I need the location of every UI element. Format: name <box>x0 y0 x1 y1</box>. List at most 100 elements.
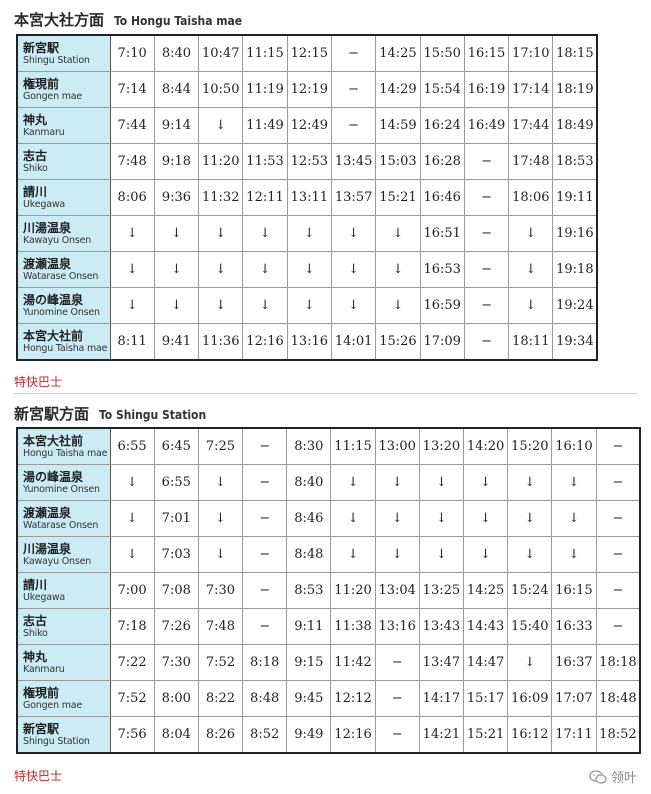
departure-time-cell: 7:25 <box>197 427 244 465</box>
departure-time-cell: ↓ <box>551 536 597 573</box>
departure-time-cell: ↓ <box>242 251 288 288</box>
departure-time-cell: 16:28 <box>419 143 465 180</box>
departure-time-cell: 17:14 <box>508 71 554 108</box>
departure-time-cell: ↓ <box>286 215 332 252</box>
departure-time-cell: 14:25 <box>462 572 509 609</box>
departure-time-cell: − <box>242 464 288 501</box>
timetable-to-shingu: 本宮大社前 Hongu Taisha mae 6:55 6:45 7:25−8:30 11… <box>16 427 642 754</box>
departure-time-cell: ↓ <box>374 464 420 501</box>
stop-name-cell: 神丸 Kanmaru <box>16 644 111 681</box>
departure-time-cell: 7:26 <box>153 608 199 645</box>
departure-time-cell: 7:18 <box>109 608 155 645</box>
departure-time-cell: 13:47 <box>418 644 465 681</box>
stop-name-cell: 請川 Ukegawa <box>16 572 111 609</box>
departure-time-cell: − <box>374 680 420 717</box>
departure-time-cell: 9:36 <box>153 179 200 216</box>
departure-time-cell: − <box>374 644 420 681</box>
departure-time-cell: 7:56 <box>109 716 155 754</box>
departure-time-cell: 13:00 <box>374 427 420 465</box>
departure-time-cell: ↓ <box>507 464 553 501</box>
stop-name-cell: 湯の峰温泉 Yunomine Onsen <box>16 287 111 324</box>
stop-name-en: Yunomine Onsen <box>23 306 100 318</box>
stop-name-en: Kanmaru <box>23 663 65 675</box>
departure-time-cell: ↓ <box>508 287 554 324</box>
departure-time-cell: 11:38 <box>330 608 376 645</box>
stop-name-jp: 新宮駅 <box>23 40 60 55</box>
departure-time-cell: 15:50 <box>419 34 465 72</box>
departure-time-cell: 15:17 <box>462 680 509 717</box>
table-row: 川湯温泉 Kawayu Onsen ↓ ↓ ↓ ↓ ↓ ↓ ↓ 16:51− ↓ 19:16 <box>16 215 598 252</box>
departure-time-cell: 10:50 <box>198 71 244 108</box>
departure-time-cell: − <box>242 427 288 465</box>
departure-time-cell: 14:21 <box>418 716 465 754</box>
departure-time-cell: 9:14 <box>153 107 200 144</box>
departure-time-cell: 6:55 <box>109 427 155 465</box>
stop-name-cell: 渡瀬温泉 Watarase Onsen <box>16 251 111 288</box>
stop-name-en: Kawayu Onsen <box>23 234 92 246</box>
departure-time-cell: 7:30 <box>197 572 244 609</box>
departure-time-cell: 13:04 <box>374 572 420 609</box>
stop-name-en: Gongen mae <box>23 90 83 102</box>
departure-time-cell: 17:07 <box>551 680 597 717</box>
departure-time-cell: 19:34 <box>552 323 598 361</box>
departure-time-cell: − <box>374 716 420 754</box>
departure-time-cell: 7:22 <box>109 644 155 681</box>
departure-time-cell: 9:11 <box>286 608 332 645</box>
departure-time-cell: 17:44 <box>508 107 554 144</box>
departure-time-cell: ↓ <box>330 215 377 252</box>
stop-name-cell: 本宮大社前 Hongu Taisha mae <box>16 323 111 361</box>
departure-time-cell: ↓ <box>153 215 200 252</box>
departure-time-cell: 8:48 <box>286 536 332 573</box>
departure-time-cell: 10:47 <box>198 34 244 72</box>
departure-time-cell: 16:12 <box>507 716 553 754</box>
departure-time-cell: − <box>330 34 377 72</box>
departure-time-cell: ↓ <box>462 500 509 537</box>
stop-name-cell: 新宮駅 Shingu Station <box>16 716 111 754</box>
departure-time-cell: 12:11 <box>242 179 288 216</box>
table-row: 権現前 Gongen mae 7:52 8:00 8:22 8:48 9:45 12:12−1… <box>16 680 641 717</box>
departure-time-cell: 19:18 <box>552 251 598 288</box>
table-row: 志古 Shiko 7:18 7:26 7:48−9:11 11:38 13:16 13:43 1… <box>16 608 641 645</box>
departure-time-cell: 19:11 <box>552 179 598 216</box>
section1-title: 本宮大社方面 To Hongu Taisha mae <box>14 9 242 29</box>
stop-name-jp: 渡瀬温泉 <box>23 256 72 271</box>
stop-name-cell: 志古 Shiko <box>16 608 111 645</box>
departure-time-cell: 7:14 <box>109 71 155 108</box>
departure-time-cell: 12:15 <box>286 34 332 72</box>
departure-time-cell: 8:30 <box>286 427 332 465</box>
departure-time-cell: ↓ <box>197 464 244 501</box>
departure-time-cell: 8:52 <box>242 716 288 754</box>
stop-name-en: Hongu Taisha mae <box>23 342 108 354</box>
departure-time-cell: 12:12 <box>330 680 376 717</box>
departure-time-cell: 18:49 <box>552 107 598 144</box>
departure-time-cell: 18:15 <box>552 34 598 72</box>
departure-time-cell: − <box>595 427 641 465</box>
departure-time-cell: − <box>463 215 510 252</box>
departure-time-cell: 14:01 <box>330 323 377 361</box>
departure-time-cell: 14:17 <box>418 680 465 717</box>
departure-time-cell: 8:53 <box>286 572 332 609</box>
table-row: 神丸 Kanmaru 7:44 9:14 ↓ 11:49 12:49−14:59 16:24 1… <box>16 107 598 144</box>
departure-time-cell: 12:16 <box>242 323 288 361</box>
departure-time-cell: 12:53 <box>286 143 332 180</box>
departure-time-cell: ↓ <box>374 536 420 573</box>
departure-time-cell: 7:48 <box>109 143 155 180</box>
departure-time-cell: 13:16 <box>286 323 332 361</box>
departure-time-cell: 18:18 <box>595 644 641 681</box>
departure-time-cell: 7:08 <box>153 572 199 609</box>
departure-time-cell: ↓ <box>330 464 376 501</box>
departure-time-cell: ↓ <box>330 536 376 573</box>
departure-time-cell: − <box>242 572 288 609</box>
stop-name-jp: 本宮大社前 <box>23 328 84 343</box>
departure-time-cell: ↓ <box>109 215 155 252</box>
departure-time-cell: 6:55 <box>153 464 199 501</box>
departure-time-cell: ↓ <box>153 251 200 288</box>
departure-time-cell: 16:49 <box>463 107 510 144</box>
section2-title: 新宮駅方面 To Shingu Station <box>14 403 206 423</box>
stop-name-jp: 渡瀬温泉 <box>23 505 72 520</box>
departure-time-cell: ↓ <box>508 251 554 288</box>
departure-time-cell: 8:04 <box>153 716 199 754</box>
table-row: 新宮駅 Shingu Station 7:10 8:40 10:47 11:15 12:15… <box>16 34 598 72</box>
departure-time-cell: 8:06 <box>109 179 155 216</box>
departure-time-cell: ↓ <box>286 287 332 324</box>
